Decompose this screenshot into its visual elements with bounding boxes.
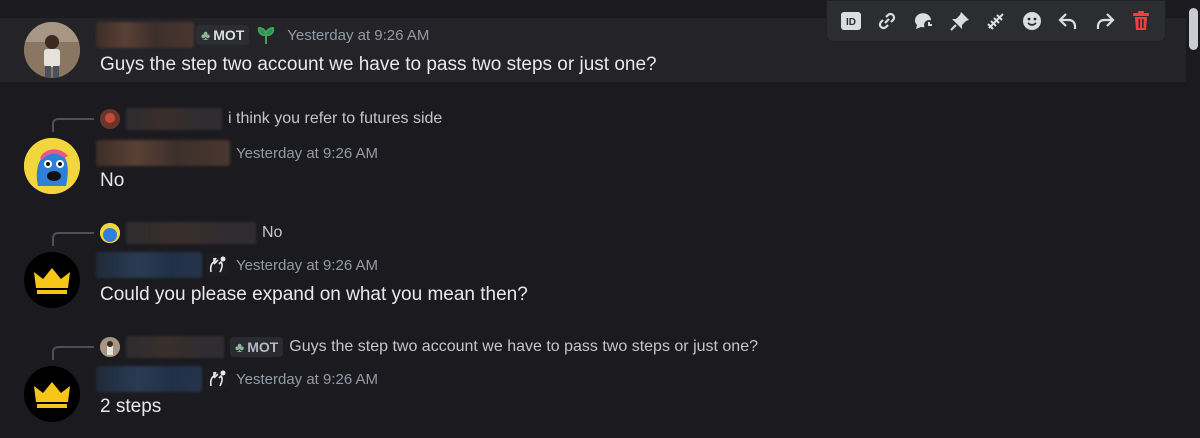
id-icon[interactable]: ID <box>837 7 865 35</box>
timestamp[interactable]: Yesterday at 9:26 AM <box>236 257 378 274</box>
server-tag[interactable]: ♣ MOT <box>230 337 284 357</box>
emoji-icon[interactable] <box>1018 7 1046 35</box>
message-text: 2 steps <box>100 396 162 417</box>
message-3[interactable]: No Yesterday at 9:26 AM Could you please… <box>0 218 1200 314</box>
plant-icon: ♣ <box>201 27 211 43</box>
message-action-toolbar: ID <box>826 0 1166 42</box>
link-icon[interactable] <box>873 7 901 35</box>
server-tag[interactable]: ♣ MOT <box>196 25 250 45</box>
pin-icon[interactable] <box>946 7 974 35</box>
user-avatar[interactable] <box>24 22 80 78</box>
message-text: No <box>100 170 125 191</box>
message-2[interactable]: i think you refer to futures side Yester… <box>0 104 1200 200</box>
reply-username-redacted[interactable] <box>126 222 256 244</box>
leaf-badge-icon[interactable] <box>255 24 277 46</box>
message-text: Guys the step two account we have to pas… <box>100 54 657 75</box>
svg-text:ID: ID <box>846 17 856 28</box>
thread-icon[interactable] <box>910 7 938 35</box>
scrollbar-track[interactable] <box>1186 0 1200 438</box>
reply-connector <box>52 118 94 132</box>
reply-preview-text[interactable]: No <box>262 224 282 242</box>
reply-username-redacted[interactable] <box>126 108 222 130</box>
username-redacted[interactable] <box>96 252 202 278</box>
user-avatar[interactable] <box>24 366 80 422</box>
reply-preview-text[interactable]: i think you refer to futures side <box>228 110 442 128</box>
plant-icon: ♣ <box>235 339 245 355</box>
reply-avatar[interactable] <box>100 337 120 357</box>
reaction-burst-icon[interactable] <box>982 7 1010 35</box>
scrollbar-thumb[interactable] <box>1189 8 1198 50</box>
reply-connector <box>52 346 94 360</box>
reply-avatar[interactable] <box>100 223 120 243</box>
username-redacted[interactable] <box>96 140 230 166</box>
username-redacted[interactable] <box>96 366 202 392</box>
delete-icon[interactable] <box>1127 7 1155 35</box>
timestamp[interactable]: Yesterday at 9:26 AM <box>236 371 378 388</box>
forward-icon[interactable] <box>1091 7 1119 35</box>
message-4[interactable]: ♣ MOT Guys the step two account we have … <box>0 332 1200 432</box>
reply-avatar[interactable] <box>100 109 120 129</box>
username-redacted[interactable] <box>96 22 194 48</box>
message-text: Could you please expand on what you mean… <box>100 284 528 305</box>
reply-connector <box>52 232 94 246</box>
reply-username-redacted[interactable] <box>126 336 224 358</box>
user-avatar[interactable] <box>24 252 80 308</box>
reply-icon[interactable] <box>1054 7 1082 35</box>
user-avatar[interactable] <box>24 138 80 194</box>
timestamp[interactable]: Yesterday at 9:26 AM <box>287 27 429 44</box>
timestamp[interactable]: Yesterday at 9:26 AM <box>236 145 378 162</box>
hands-badge-icon[interactable] <box>206 254 228 276</box>
reply-preview-text[interactable]: Guys the step two account we have to pas… <box>289 338 758 356</box>
hands-badge-icon[interactable] <box>206 368 228 390</box>
